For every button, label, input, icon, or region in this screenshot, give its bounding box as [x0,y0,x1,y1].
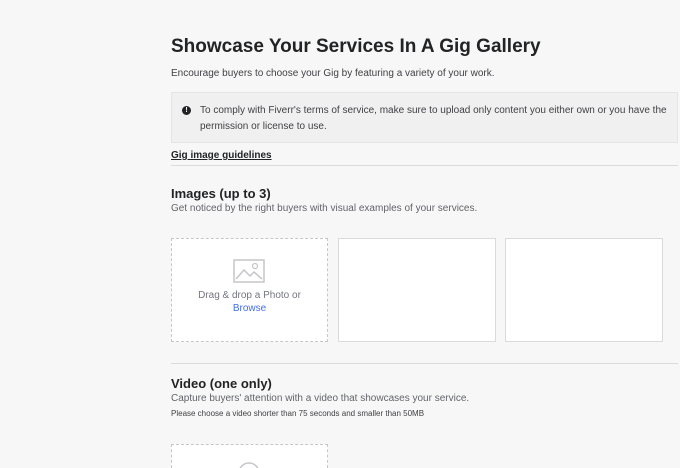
gig-image-guidelines-link[interactable]: Gig image guidelines [171,150,272,161]
divider [171,165,678,166]
image-slot-3[interactable] [505,238,663,342]
gig-gallery-page: Showcase Your Services In A Gig Gallery … [0,0,680,468]
video-upload-dropzone[interactable] [171,444,328,468]
image-upload-dropzone[interactable]: Drag & drop a Photo or Browse [171,238,328,342]
images-section-description: Get noticed by the right buyers with vis… [171,203,478,214]
info-icon: ! [182,106,191,115]
video-icon [234,461,264,468]
page-subtitle: Encourage buyers to choose your Gig by f… [171,68,495,79]
photo-icon [233,259,265,283]
terms-notice: ! To comply with Fiverr's terms of servi… [171,92,678,143]
notice-text: To comply with Fiverr's terms of service… [200,105,667,132]
browse-link[interactable]: Browse [172,303,327,314]
drag-drop-text: Drag & drop a Photo or [198,290,301,301]
divider [171,363,678,364]
video-section-title: Video (one only) [171,376,272,391]
video-section-description: Capture buyers' attention with a video t… [171,393,470,404]
page-title: Showcase Your Services In A Gig Gallery [171,36,541,57]
image-slot-2[interactable] [338,238,496,342]
images-section-title: Images (up to 3) [171,186,271,201]
video-size-note: Please choose a video shorter than 75 se… [171,409,425,418]
